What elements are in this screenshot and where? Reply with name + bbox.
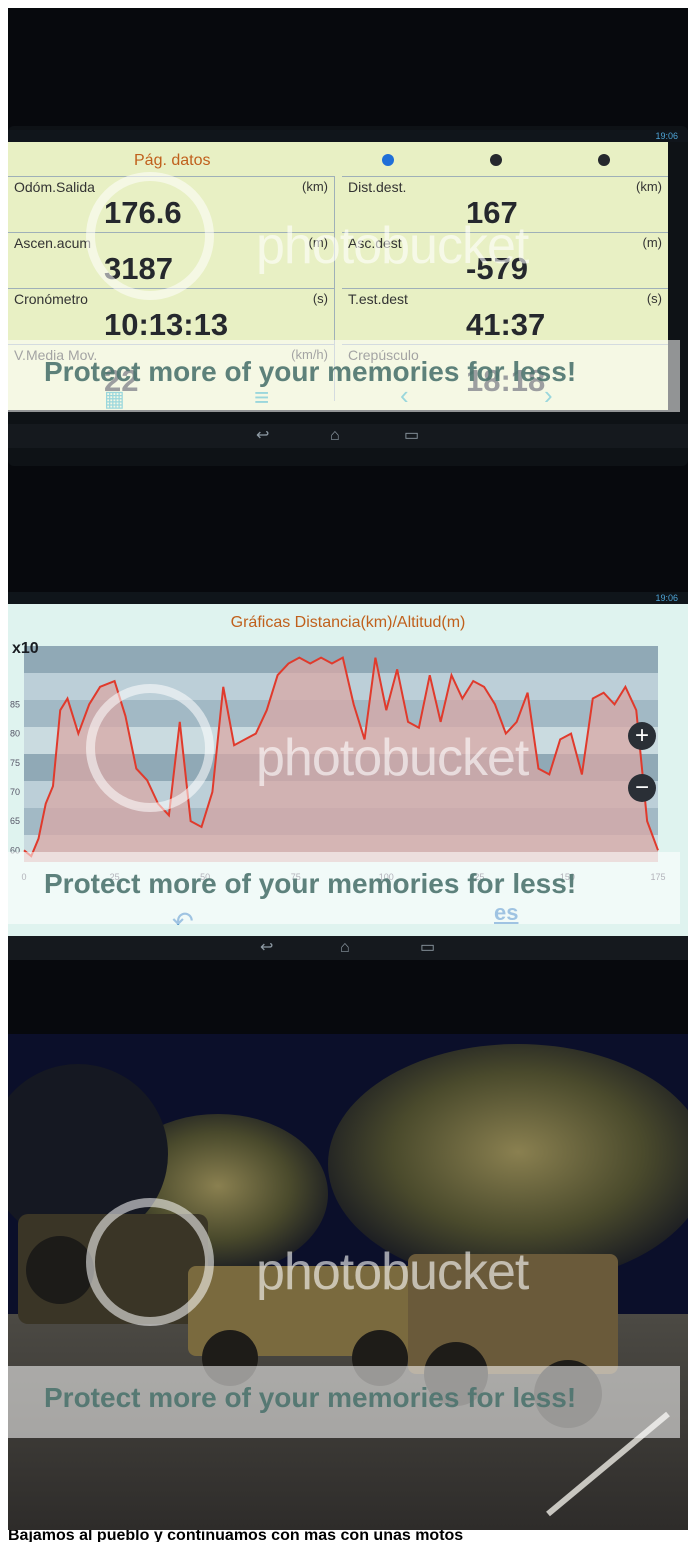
chart-title: Gráficas Distancia(km)/Altitud(m) bbox=[230, 614, 466, 631]
recents-icon[interactable]: ▭ bbox=[404, 424, 419, 448]
y-tick-label: 80 bbox=[10, 729, 20, 739]
android-nav-bar: ↩ ⌂ ▭ bbox=[8, 936, 688, 960]
cell-label: Odóm.Salida bbox=[14, 179, 95, 195]
cell-label: Ascen.acum bbox=[14, 235, 92, 251]
photobucket-wordmark: photobucket bbox=[256, 1243, 529, 1301]
y-tick-label: 75 bbox=[10, 758, 20, 768]
cell-unit: (km) bbox=[302, 179, 328, 194]
cell-unit: (s) bbox=[312, 291, 328, 306]
recents-icon[interactable]: ▭ bbox=[420, 936, 435, 960]
status-time: 19:06 bbox=[655, 131, 678, 141]
android-nav-bar: ↩ ⌂ ▭ bbox=[8, 424, 688, 448]
page-indicator-active[interactable] bbox=[382, 154, 394, 166]
watermark-banner: Protect more of your memories for less! bbox=[0, 340, 680, 412]
data-cell[interactable]: Cronómetro (s) 10:13:13 bbox=[8, 288, 335, 345]
status-bar: 19:06 bbox=[8, 592, 688, 604]
status-time: 19:06 bbox=[655, 593, 678, 603]
watermark-banner-text: Protect more of your memories for less! bbox=[44, 356, 577, 387]
status-bar: 19:06 bbox=[8, 130, 688, 142]
cell-label: Dist.dest. bbox=[348, 179, 407, 195]
y-tick-label: 65 bbox=[10, 816, 20, 826]
cell-label: Cronómetro bbox=[14, 291, 88, 307]
page-title: Pág. datos bbox=[134, 152, 211, 169]
photobucket-wordmark: photobucket bbox=[256, 729, 529, 787]
data-cell[interactable]: T.est.dest (s) 41:37 bbox=[342, 288, 668, 345]
page-indicator[interactable] bbox=[490, 154, 502, 166]
cell-unit: (s) bbox=[646, 291, 662, 306]
watermark-banner: Protect more of your memories for less! bbox=[0, 852, 680, 924]
home-icon[interactable]: ⌂ bbox=[340, 936, 350, 960]
photobucket-logo bbox=[86, 684, 214, 812]
photobucket-wordmark: photobucket bbox=[256, 217, 529, 275]
back-icon[interactable]: ↩ bbox=[256, 424, 269, 448]
watermark-banner-text: Protect more of your memories for less! bbox=[44, 1382, 577, 1413]
home-icon[interactable]: ⌂ bbox=[330, 424, 340, 448]
zoom-out-icon[interactable]: − bbox=[628, 774, 656, 802]
cell-value: 41:37 bbox=[466, 307, 546, 342]
cell-unit: (km) bbox=[636, 179, 662, 194]
tablet-device: 19:06 Pág. datos Odóm.Salida (km) 176.6 Dis… bbox=[8, 126, 688, 466]
watermark-banner: Protect more of your memories for less! bbox=[0, 1366, 680, 1438]
photobucket-logo bbox=[86, 172, 214, 300]
cell-value: 10:13:13 bbox=[104, 307, 229, 342]
scale-label: x10 bbox=[12, 640, 39, 657]
back-icon[interactable]: ↩ bbox=[260, 936, 273, 960]
caption-text: Bajamos al pueblo y continuamos con mas … bbox=[8, 1530, 464, 1542]
cell-label: T.est.dest bbox=[348, 291, 408, 307]
y-tick-label: 85 bbox=[10, 699, 20, 709]
photobucket-logo bbox=[86, 1198, 214, 1326]
zoom-in-icon[interactable]: + bbox=[628, 722, 656, 750]
y-tick-label: 70 bbox=[10, 787, 20, 797]
watermark-banner-text: Protect more of your memories for less! bbox=[44, 868, 577, 899]
page-indicator[interactable] bbox=[598, 154, 610, 166]
cell-unit: (m) bbox=[642, 235, 663, 250]
